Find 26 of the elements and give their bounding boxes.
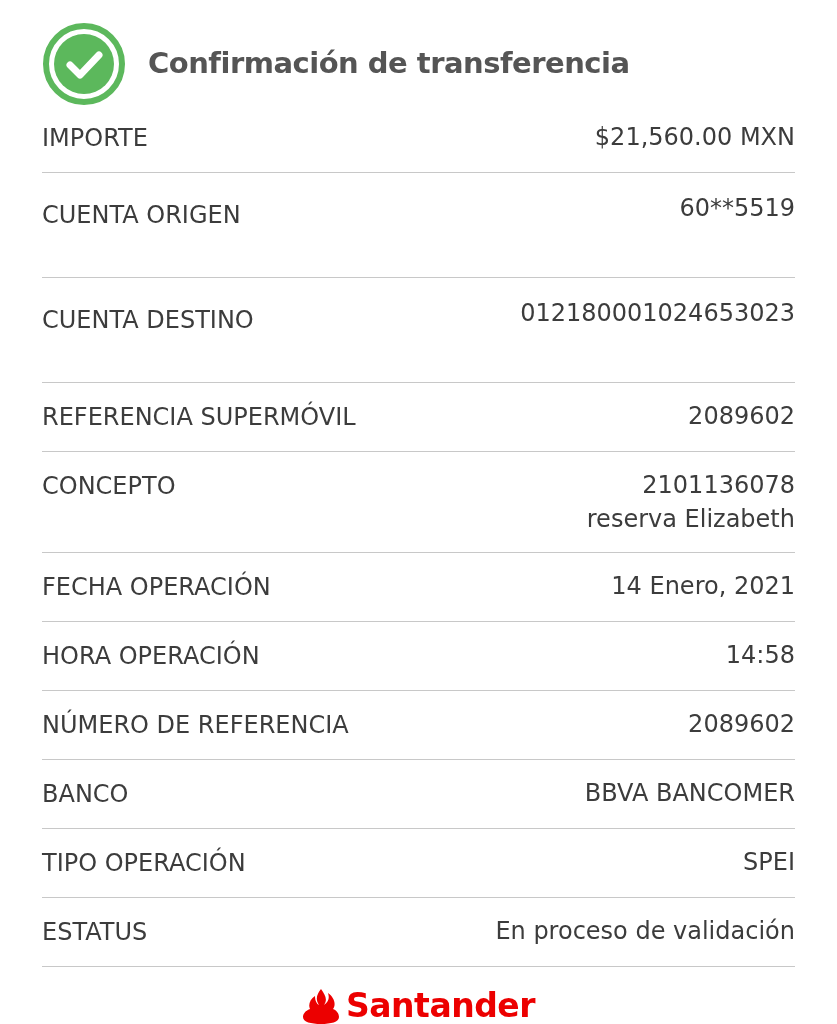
field-value: 2089602 xyxy=(688,401,795,432)
field-value: 14 Enero, 2021 xyxy=(611,571,795,602)
field-value: 60**5519 xyxy=(679,193,795,224)
brand-name: Santander xyxy=(346,985,535,1024)
field-label: NÚMERO DE REFERENCIA xyxy=(42,708,349,741)
field-label: ESTATUS xyxy=(42,917,148,948)
field-value: $21,560.00 MXN xyxy=(594,122,795,153)
field-value: 012180001024653023 xyxy=(520,298,795,329)
field-label: CUENTA DESTINO xyxy=(42,305,254,336)
field-label: REFERENCIA SUPERMÓVIL xyxy=(42,400,356,433)
field-value: 2089602 xyxy=(688,709,795,740)
field-value: En proceso de validación xyxy=(495,916,795,947)
field-value: 14:58 xyxy=(725,640,795,671)
field-label: FECHA OPERACIÓN xyxy=(42,570,271,603)
field-value: SPEI xyxy=(743,847,795,878)
field-label: TIPO OPERACIÓN xyxy=(42,846,246,879)
field-value: BBVA BANCOMER xyxy=(584,778,795,809)
success-check-icon xyxy=(42,22,126,106)
field-label: IMPORTE xyxy=(42,123,148,154)
field-label: HORA OPERACIÓN xyxy=(42,639,260,672)
field-value: reserva Elizabeth xyxy=(586,504,795,535)
field-label: CONCEPTO xyxy=(42,471,176,502)
field-value: 2101136078 xyxy=(642,470,795,501)
confirmation-title: Confirmación de transferencia xyxy=(148,45,630,83)
field-label: BANCO xyxy=(42,779,129,810)
field-label: CUENTA ORIGEN xyxy=(42,200,241,231)
